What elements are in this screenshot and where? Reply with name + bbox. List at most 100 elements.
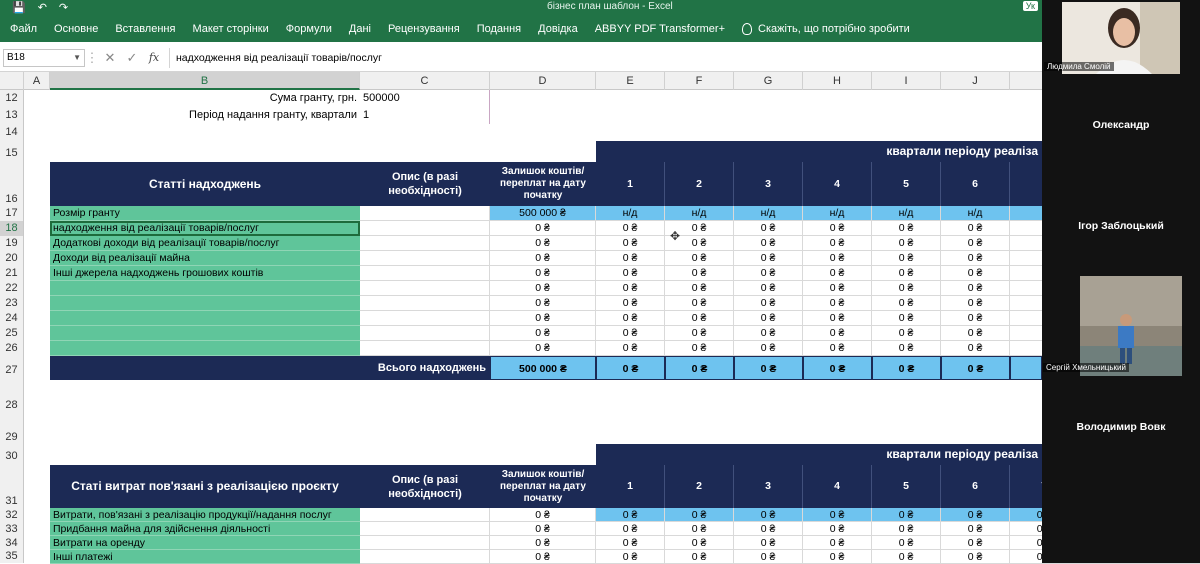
income-item-label[interactable] [50,326,360,341]
income-balance-header[interactable]: Залишок коштів/переплат на дату початку [490,162,596,206]
income-balance-cell[interactable]: 0 ₴ [490,281,596,296]
income-quarter-cell[interactable]: 0 ₴ [872,221,941,236]
income-quarter-cell[interactable]: 0 ₴ [872,341,941,356]
expense-quarter-cell[interactable]: 0 ₴ [734,508,803,522]
row-header[interactable]: 28 [0,380,24,417]
income-quarter-cell[interactable]: 0 ₴ [872,311,941,326]
row-header[interactable]: 27 [0,356,24,380]
tab-data[interactable]: Дані [349,23,371,35]
income-quarter-cell[interactable]: 0 ₴ [734,281,803,296]
insert-function-icon[interactable]: fx [143,51,165,64]
income-item-label[interactable] [50,296,360,311]
row-header[interactable]: 16 [0,162,24,206]
income-quarter-cell[interactable]: 0 ₴ [596,296,665,311]
income-quarter-cell[interactable]: 0 ₴ [665,311,734,326]
income-quarter-cell[interactable]: 0 ₴ [596,221,665,236]
expense-quarter-cell[interactable]: 0 ₴ [941,536,1010,550]
expense-quarter-cell[interactable]: 0 ₴ [665,508,734,522]
income-quarter-cell[interactable]: 0 ₴ [596,251,665,266]
income-quarter-cell[interactable]: 0 ₴ [734,296,803,311]
income-quarter-cell[interactable]: 0 ₴ [941,296,1010,311]
income-item-label[interactable] [50,281,360,296]
income-quarter-cell[interactable]: 0 ₴ [734,221,803,236]
cancel-icon[interactable]: ✕ [99,50,121,66]
income-desc-cell[interactable] [360,341,490,356]
income-quarter-cell[interactable]: 0 ₴ [734,341,803,356]
income-quarter-cell[interactable]: 0 ₴ [872,236,941,251]
expense-desc-cell[interactable] [360,508,490,522]
expense-items-header[interactable]: Статі витрат пов'язані з реалізацією про… [50,465,360,508]
expense-quarter-cell[interactable]: 0 ₴ [872,550,941,564]
row-header[interactable]: 18 [0,221,24,236]
expense-balance-header[interactable]: Залишок коштів/переплат на дату початку [490,465,596,508]
income-total-balance[interactable]: 500 000 ₴ [490,356,596,380]
income-quarter-cell[interactable]: 0 ₴ [665,341,734,356]
undo-icon[interactable]: ↶ [38,1,47,14]
income-quarter-cell[interactable]: 0 ₴ [665,296,734,311]
row-header[interactable]: 24 [0,311,24,326]
expense-quarter-cell[interactable]: 0 ₴ [941,522,1010,536]
income-item-label[interactable] [50,311,360,326]
income-balance-cell[interactable]: 0 ₴ [490,266,596,281]
income-quarter-cell[interactable]: 0 ₴ [665,251,734,266]
income-quarter-cell[interactable]: 0 ₴ [734,326,803,341]
income-quarter-cell[interactable]: н/д [941,206,1010,221]
income-quarter-cell-cut[interactable] [1010,221,1042,236]
income-balance-cell[interactable]: 0 ₴ [490,326,596,341]
income-balance-cell[interactable]: 0 ₴ [490,296,596,311]
income-quarter-cell[interactable]: 0 ₴ [803,236,872,251]
income-quarter-cell[interactable]: н/д [803,206,872,221]
income-item-label[interactable]: Розмір гранту [50,206,360,221]
income-total-quarter[interactable]: 0 ₴ [872,356,941,380]
row-header[interactable]: 33 [0,522,24,536]
grant-amount-label[interactable]: Сума гранту, грн. [50,90,360,107]
income-quarter-cell-cut[interactable] [1010,281,1042,296]
income-quarter-cell[interactable]: 0 ₴ [734,266,803,281]
expense-desc-cell[interactable] [360,550,490,564]
row-header[interactable]: 35 [0,550,24,563]
tell-me-box[interactable]: Скажіть, що потрібно зробити [742,23,910,35]
income-balance-cell[interactable]: 0 ₴ [490,311,596,326]
expense-balance-cell[interactable]: 0 ₴ [490,536,596,550]
expense-item-label[interactable]: Придбання майна для здійснення діяльност… [50,522,360,536]
income-desc-cell[interactable] [360,266,490,281]
income-quarter-cell[interactable]: 0 ₴ [596,341,665,356]
row-header[interactable]: 31 [0,465,24,508]
tab-review[interactable]: Рецензування [388,23,460,35]
income-quarter-cell[interactable]: 0 ₴ [872,296,941,311]
income-quarter-cell[interactable]: 0 ₴ [941,221,1010,236]
expense-desc-cell[interactable] [360,522,490,536]
income-quarter-cell[interactable]: 0 ₴ [872,326,941,341]
income-total-quarter-cut[interactable] [1010,356,1042,380]
income-quarter-header[interactable]: 5 [872,162,941,206]
expense-quarter-cell[interactable]: 0 ₴ [665,536,734,550]
income-quarter-cell[interactable]: н/д [872,206,941,221]
account-button[interactable]: Ук [1022,1,1038,11]
income-quarter-cell[interactable]: 0 ₴ [734,311,803,326]
expense-desc-cell[interactable] [360,536,490,550]
column-header[interactable]: I [872,72,941,90]
column-header[interactable]: G [734,72,803,90]
income-desc-cell[interactable] [360,206,490,221]
income-total-quarter[interactable]: 0 ₴ [803,356,872,380]
income-balance-cell[interactable]: 0 ₴ [490,221,596,236]
expense-quarter-cell[interactable]: 0 ₴ [596,508,665,522]
row-header[interactable]: 20 [0,251,24,266]
income-quarter-cell-cut[interactable] [1010,206,1042,221]
enter-icon[interactable]: ✓ [121,50,143,66]
income-quarter-cell[interactable]: 0 ₴ [803,326,872,341]
row-header[interactable]: 26 [0,341,24,356]
income-quarter-cell[interactable]: 0 ₴ [803,221,872,236]
grant-amount-value[interactable]: 500000 [360,90,490,107]
name-box[interactable]: B18 ▼ [3,48,85,67]
income-quarter-header[interactable]: 6 [941,162,1010,206]
income-total-quarter[interactable]: 0 ₴ [734,356,803,380]
income-quarter-cell[interactable]: 0 ₴ [941,281,1010,296]
row-header[interactable]: 21 [0,266,24,281]
income-quarter-header[interactable]: 4 [803,162,872,206]
grant-period-value[interactable]: 1 [360,107,490,124]
income-desc-cell[interactable] [360,296,490,311]
income-total-quarter[interactable]: 0 ₴ [665,356,734,380]
income-quarter-cell-cut[interactable] [1010,266,1042,281]
expense-quarters-header[interactable]: квартали періоду реаліза [596,444,1042,465]
